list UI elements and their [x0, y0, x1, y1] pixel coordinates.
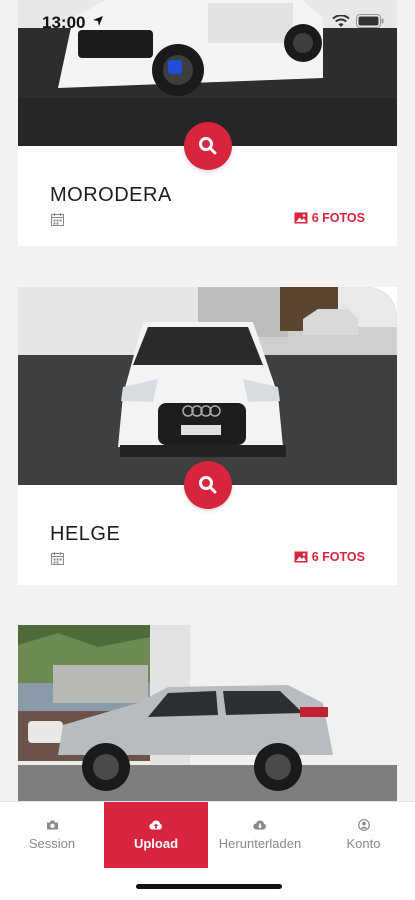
session-card[interactable]: MORODERA 6 FOTOS [18, 0, 397, 246]
tab-label: Upload [133, 836, 179, 851]
home-indicator [136, 884, 282, 889]
search-icon [199, 137, 217, 155]
camera-icon [46, 820, 58, 830]
tab-account[interactable]: Konto [312, 802, 415, 868]
photos-count-badge[interactable]: 6 FOTOS [294, 211, 365, 225]
photos-count-badge[interactable]: 6 FOTOS [294, 550, 365, 564]
photos-count-label: 6 FOTOS [311, 550, 365, 564]
cloud-download-icon [253, 820, 266, 830]
photos-count-label: 6 FOTOS [311, 211, 365, 225]
image-icon [294, 212, 308, 224]
image-icon [294, 551, 308, 563]
card-title: HELGE [50, 523, 121, 545]
calendar-icon [51, 552, 64, 565]
tab-download[interactable]: Herunterladen [208, 802, 312, 868]
calendar-icon [51, 213, 64, 226]
tab-upload[interactable]: Upload [104, 802, 208, 868]
zoom-button[interactable] [184, 461, 232, 509]
cloud-upload-icon [149, 820, 162, 830]
car-photo[interactable] [18, 625, 397, 801]
tab-label: Konto [346, 836, 381, 851]
tab-label: Herunterladen [218, 836, 302, 851]
car-photo[interactable] [18, 287, 397, 485]
tab-session[interactable]: Session [0, 802, 104, 868]
zoom-button[interactable] [184, 122, 232, 170]
session-card[interactable] [18, 625, 397, 801]
session-card[interactable]: HELGE 6 FOTOS [18, 287, 397, 585]
search-icon [199, 476, 217, 494]
card-title: MORODERA [50, 184, 172, 206]
user-icon [357, 819, 370, 831]
tab-label: Session [28, 836, 76, 851]
